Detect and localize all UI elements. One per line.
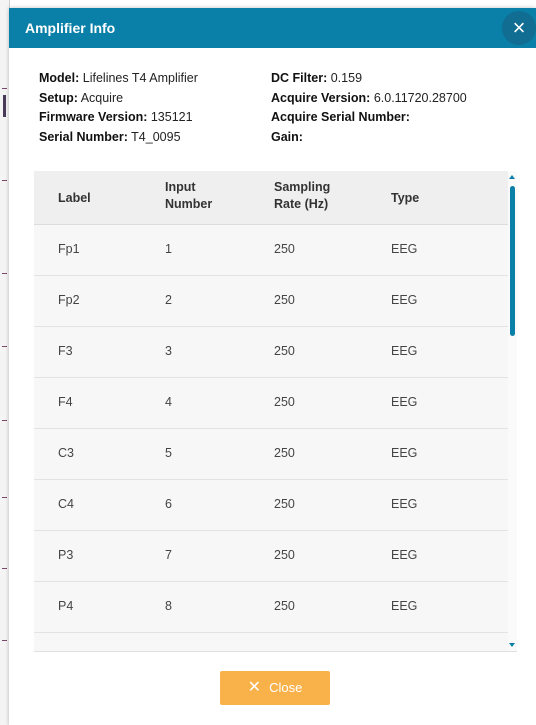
cell-type: EEG [391,548,418,562]
cell-label: P3 [58,548,74,562]
cell-label: F3 [58,344,73,358]
cell-label: Fp2 [58,293,80,307]
dialog-header: Amplifier Info × [9,8,536,48]
cell-label: C3 [58,446,74,460]
cell-input-number: 8 [165,599,172,613]
cell-type: EEG [391,599,418,613]
dialog-title: Amplifier Info [25,20,116,36]
cell-sampling-rate: 250 [274,599,295,613]
bg-trace-mark [2,273,7,274]
cell-label: F4 [58,395,73,409]
cell-type: EEG [391,497,418,511]
header-input-number: Input Number [165,180,213,211]
table-row[interactable]: P4 8 250 EEG [34,582,508,633]
cell-label: O1 [58,650,75,651]
cell-type: EEG [391,242,418,256]
cell-type: EEG [391,344,418,358]
info-acquire-serial-number: Acquire Serial Number: [271,110,410,124]
close-icon[interactable]: × [502,11,536,45]
cell-type: EEG [391,650,417,651]
cell-sampling-rate: 250 [274,344,295,358]
header-label: Label [58,191,91,205]
bg-trace-mark [2,420,7,421]
cell-input-number: 1 [165,242,172,256]
close-button-label: Close [269,680,303,695]
info-gain: Gain: [271,129,303,144]
cell-sampling-rate: 250 [274,293,295,307]
cell-type: EEG [391,395,418,409]
bg-trace-mark [2,180,7,181]
cell-sampling-rate: 250 [274,650,295,651]
cell-sampling-rate: 250 [274,497,295,511]
cell-input-number: 3 [165,344,172,358]
close-button[interactable]: ✕ Close [220,671,330,705]
bg-trace-mark [2,640,7,641]
bg-trace-mark [2,497,7,498]
info-left-column: Model: Lifelines T4 Amplifier Setup: Acq… [39,69,198,147]
cell-input-number: 5 [165,446,172,460]
cell-label: C4 [58,497,74,511]
bg-trace-mark [2,568,7,569]
table-row[interactable]: P3 7 250 EEG [34,531,508,582]
cell-label: P4 [58,599,74,613]
header-type: Type [391,191,420,205]
table-row[interactable]: F3 3 250 EEG [34,327,508,378]
cell-input-number: 2 [165,293,172,307]
cell-sampling-rate: 250 [274,446,295,460]
cell-sampling-rate: 250 [274,242,295,256]
table-row[interactable]: O1 9 250 EEG [34,633,508,651]
info-right-column: DC Filter: 0.159 Acquire Version: 6.0.11… [271,69,467,147]
table-row[interactable]: C3 5 250 EEG [34,429,508,480]
scroll-down-icon[interactable] [509,643,515,647]
cell-type: EEG [391,446,418,460]
info-serial-number: Serial Number: T4_0095 [39,129,181,144]
info-acquire-version: Acquire Version: 6.0.11720.28700 [271,90,467,105]
table-header: Label Input Number Sampling Rate (Hz) Ty… [34,171,508,225]
info-model: Model: Lifelines T4 Amplifier [39,71,198,85]
table-row[interactable]: Fp1 1 250 EEG [34,225,508,276]
cell-sampling-rate: 250 [274,548,295,562]
cell-input-number: 4 [165,395,172,409]
cell-label: Fp1 [58,242,80,256]
info-firmware-version: Firmware Version: 135121 [39,110,193,124]
cell-type: EEG [391,293,418,307]
cell-sampling-rate: 250 [274,395,295,409]
bg-trace-mark [2,346,7,347]
cell-input-number: 7 [165,548,172,562]
amplifier-info-dialog: Amplifier Info × Model: Lifelines T4 Amp… [9,8,536,725]
table-row[interactable]: F4 4 250 EEG [34,378,508,429]
scroll-thumb[interactable] [510,186,515,336]
table-row[interactable]: Fp2 2 250 EEG [34,276,508,327]
bg-trace-bar [3,95,6,117]
bg-trace-mark [2,88,7,89]
cell-input-number: 6 [165,497,172,511]
info-setup: Setup: Acquire [39,90,124,105]
cell-input-number: 9 [165,650,172,651]
info-dc-filter: DC Filter: 0.159 [271,71,363,85]
table-scrollbar[interactable] [508,171,517,651]
table-body: Fp1 1 250 EEG Fp2 2 250 EEG F3 3 250 EEG F4 4 250 EEG C3… [34,225,508,651]
table-row[interactable]: C4 6 250 EEG [34,480,508,531]
header-sampling-rate: Sampling Rate (Hz) [274,180,331,211]
close-icon: ✕ [247,679,262,696]
channel-table[interactable]: Label Input Number Sampling Rate (Hz) Ty… [34,171,517,652]
scroll-up-icon[interactable] [509,175,515,179]
